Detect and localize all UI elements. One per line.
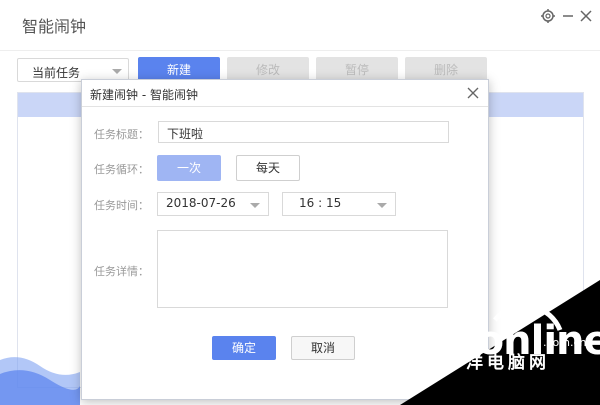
task-title-input[interactable]: 下班啦 bbox=[158, 121, 449, 143]
task-filter-value: 当前任务 bbox=[32, 66, 81, 80]
minimize-icon[interactable] bbox=[560, 8, 576, 24]
task-title-label: 任务标题： bbox=[94, 128, 149, 141]
decorative-wave bbox=[0, 357, 80, 405]
chevron-down-icon bbox=[250, 203, 260, 208]
task-title-value: 下班啦 bbox=[167, 127, 204, 141]
app-title: 智能闹钟 bbox=[22, 17, 87, 36]
cancel-button[interactable]: 取消 bbox=[291, 336, 355, 360]
dialog-title: 新建闹钟 - 智能闹钟 bbox=[90, 88, 198, 102]
task-detail-label: 任务详情： bbox=[94, 265, 149, 278]
time-picker[interactable]: 16 : 15 bbox=[282, 192, 396, 216]
task-time-label: 任务时间： bbox=[94, 199, 149, 212]
header-divider bbox=[0, 50, 600, 51]
date-picker[interactable]: 2018-07-26 bbox=[157, 192, 269, 216]
close-icon[interactable] bbox=[578, 8, 594, 24]
task-loop-label: 任务循环： bbox=[94, 163, 149, 176]
time-value: 16 : 15 bbox=[299, 196, 342, 210]
date-value: 2018-07-26 bbox=[166, 196, 236, 210]
loop-daily-button[interactable]: 每天 bbox=[236, 155, 300, 181]
dialog-divider bbox=[82, 106, 488, 107]
dialog-close-icon[interactable] bbox=[466, 83, 480, 104]
watermark-subtitle: 太平洋电脑网 bbox=[424, 353, 550, 373]
chevron-down-icon bbox=[112, 69, 122, 74]
gear-icon[interactable] bbox=[540, 8, 556, 24]
chevron-down-icon bbox=[377, 203, 387, 208]
loop-once-button[interactable]: 一次 bbox=[157, 155, 221, 181]
confirm-button[interactable]: 确定 bbox=[212, 336, 276, 360]
